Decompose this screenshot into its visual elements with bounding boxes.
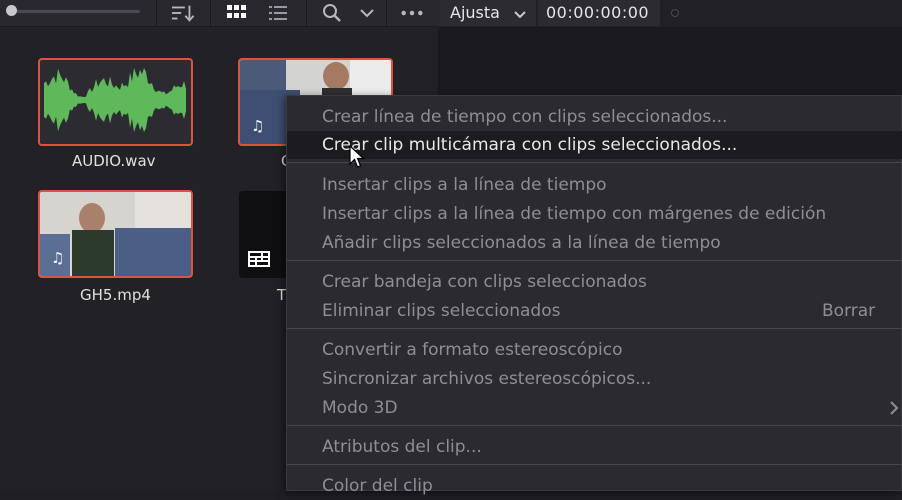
menu-divider bbox=[287, 260, 902, 261]
toolbar-divider bbox=[156, 0, 157, 26]
menu-divider bbox=[287, 464, 902, 465]
context-menu: Crear línea de tiempo con clips seleccio… bbox=[286, 95, 902, 496]
menu-item-delete-clips[interactable]: Eliminar clips seleccionados Borrar bbox=[287, 297, 902, 325]
status-dot-icon bbox=[671, 9, 679, 17]
menu-divider bbox=[287, 425, 902, 426]
menu-item-label: Atributos del clip... bbox=[322, 437, 482, 457]
menu-item-label: Añadir clips seleccionados a la línea de… bbox=[322, 233, 721, 253]
menu-item-label: Crear bandeja con clips seleccionados bbox=[322, 272, 647, 292]
timeline-icon bbox=[248, 250, 270, 272]
clip-name: T bbox=[277, 286, 287, 304]
slider-handle[interactable] bbox=[6, 5, 17, 16]
chevron-down-icon[interactable] bbox=[355, 3, 379, 23]
menu-item-clip-color[interactable]: Color del clip bbox=[287, 472, 902, 500]
toolbar-divider bbox=[210, 0, 211, 26]
menu-item-create-bin[interactable]: Crear bandeja con clips seleccionados bbox=[287, 268, 902, 296]
toolbar-divider bbox=[306, 0, 307, 26]
menu-item-sync-stereo[interactable]: Sincronizar archivos estereoscópicos... bbox=[287, 365, 902, 393]
sort-icon[interactable] bbox=[171, 3, 195, 23]
menu-item-insert-clips[interactable]: Insertar clips a la línea de tiempo bbox=[287, 171, 902, 199]
menu-item-label: Insertar clips a la línea de tiempo con … bbox=[322, 204, 827, 224]
clip-thumbnail[interactable] bbox=[38, 58, 193, 146]
mouse-cursor-icon bbox=[349, 144, 366, 173]
timecode-text: 00:00:00:00 bbox=[546, 3, 650, 22]
menu-item-label: Crear clip multicámara con clips selecci… bbox=[322, 135, 738, 155]
menu-divider bbox=[287, 328, 902, 329]
toolbar: Ajusta 00:00:00:00 bbox=[0, 0, 902, 27]
thumbnail-size-slider[interactable] bbox=[8, 10, 140, 13]
clip-name: GH5.mp4 bbox=[80, 286, 151, 304]
clip-name: AUDIO.wav bbox=[72, 152, 156, 170]
menu-item-convert-stereo[interactable]: Convertir a formato estereoscópico bbox=[287, 336, 902, 364]
search-icon[interactable] bbox=[320, 3, 344, 23]
audio-note-icon: ♫ bbox=[251, 117, 265, 135]
menu-item-label: Crear línea de tiempo con clips seleccio… bbox=[322, 107, 728, 127]
menu-item-label: Insertar clips a la línea de tiempo bbox=[322, 175, 607, 195]
more-icon[interactable] bbox=[400, 3, 424, 23]
audio-note-icon: ♫ bbox=[51, 249, 65, 267]
menu-item-append-clips[interactable]: Añadir clips seleccionados a la línea de… bbox=[287, 229, 902, 257]
grid-view-icon[interactable] bbox=[225, 3, 249, 23]
menu-item-create-timeline[interactable]: Crear línea de tiempo con clips seleccio… bbox=[287, 103, 902, 131]
toolbar-divider bbox=[386, 0, 387, 26]
zoom-fit-label: Ajusta bbox=[450, 3, 500, 22]
menu-item-shortcut: Borrar bbox=[822, 301, 876, 321]
menu-item-label: Convertir a formato estereoscópico bbox=[322, 340, 623, 360]
menu-item-label: Eliminar clips seleccionados bbox=[322, 301, 561, 321]
timecode-display[interactable]: 00:00:00:00 bbox=[538, 0, 660, 26]
menu-item-create-multicam-clip[interactable]: Crear clip multicámara con clips selecci… bbox=[287, 131, 902, 159]
waveform-icon bbox=[44, 67, 186, 133]
zoom-fit-dropdown[interactable]: Ajusta bbox=[440, 0, 536, 26]
chevron-down-icon bbox=[513, 6, 527, 25]
menu-item-3d-mode[interactable]: Modo 3D bbox=[287, 394, 902, 422]
menu-item-label: Modo 3D bbox=[322, 398, 398, 418]
media-pool-toolbar bbox=[0, 0, 438, 27]
menu-item-insert-clips-handles[interactable]: Insertar clips a la línea de tiempo con … bbox=[287, 200, 902, 228]
menu-divider bbox=[287, 162, 902, 163]
chevron-right-icon bbox=[889, 400, 899, 421]
menu-item-label: Sincronizar archivos estereoscópicos... bbox=[322, 369, 652, 389]
menu-item-clip-attributes[interactable]: Atributos del clip... bbox=[287, 433, 902, 461]
list-view-icon[interactable] bbox=[266, 3, 290, 23]
menu-item-label: Color del clip bbox=[322, 476, 433, 496]
